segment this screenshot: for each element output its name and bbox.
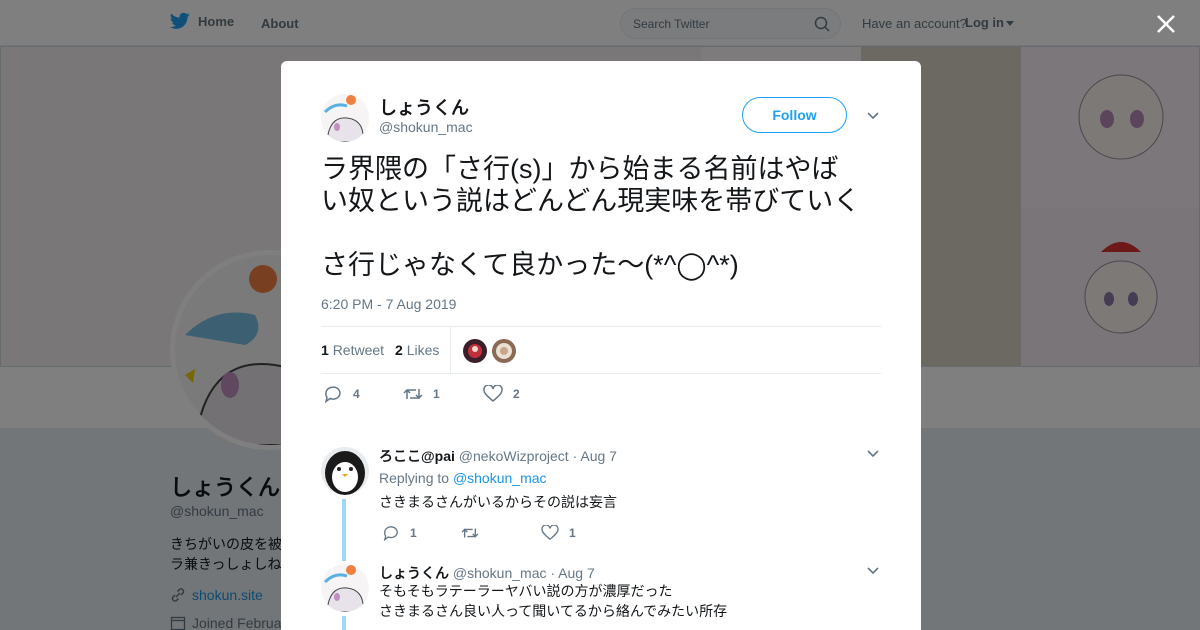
chevron-down-icon[interactable] — [867, 450, 879, 458]
like-stat-count: 2 — [395, 342, 403, 358]
heart-icon — [541, 525, 559, 541]
reply-date[interactable]: · Aug 7 — [550, 565, 594, 581]
like-stat[interactable]: 2 Likes — [395, 342, 439, 358]
retweet-icon — [403, 388, 423, 400]
replying-to: Replying to @shokun_mac — [379, 470, 547, 486]
reply-avatar[interactable] — [321, 564, 369, 612]
retweet-count: 1 — [433, 387, 440, 401]
liker-avatar-image — [463, 339, 487, 363]
like-count: 2 — [513, 387, 520, 401]
tweet-text-line: ラ界隈の「さ行(s)」から始まる名前はやば — [321, 154, 839, 184]
reply-author-name[interactable]: ろここ@pai — [379, 448, 455, 464]
chevron-down-icon[interactable] — [867, 112, 879, 120]
close-icon[interactable] — [1154, 12, 1178, 36]
reply-avatar[interactable] — [321, 447, 369, 495]
retweet-icon — [461, 528, 479, 538]
retweet-button[interactable]: 1 — [403, 385, 440, 403]
reply-header: ろここ@pai @nekoWizproject · Aug 7 — [379, 446, 617, 466]
follow-button[interactable]: Follow — [742, 97, 847, 133]
replying-to-prefix: Replying to — [379, 470, 450, 486]
reply-icon — [383, 526, 398, 541]
reply-text: さきまるさん良い人って聞いてるから絡んでみたい所存 — [379, 603, 728, 619]
author-name[interactable]: しょうくん — [379, 94, 469, 120]
reply-author-handle[interactable]: @shokun_mac — [453, 565, 547, 581]
retweet-stat[interactable]: 1 Retweet — [321, 342, 384, 358]
reply-author-name[interactable]: しょうくん — [379, 565, 449, 581]
like-button[interactable]: 2 — [483, 385, 520, 403]
retweet-stat-count: 1 — [321, 342, 329, 358]
liker-avatar-image — [492, 339, 516, 363]
chevron-down-icon[interactable] — [867, 567, 879, 575]
penguin-avatar-image — [321, 447, 369, 495]
replying-to-handle[interactable]: @shokun_mac — [453, 470, 547, 486]
liker-avatar[interactable] — [492, 339, 516, 363]
reply-text: さきまるさんがいるからその説は妄言 — [379, 494, 617, 510]
reply-button[interactable]: 4 — [323, 385, 360, 403]
liker-avatar[interactable] — [463, 339, 487, 363]
reply-author-handle[interactable]: @nekoWizproject — [459, 448, 569, 464]
reply-icon — [324, 386, 341, 403]
reply-header: しょうくん @shokun_mac · Aug 7 — [379, 563, 595, 583]
tweet-text-line: さ行じゃなくて良かった〜(*^◯^*) — [321, 250, 739, 280]
tweet-text-line: い奴という説はどんどん現実味を帯びていく — [321, 186, 861, 216]
tweet-text-spacer — [321, 217, 891, 249]
tweet-modal: しょうくん @shokun_mac Follow ラ界隈の「さ行(s)」から始ま… — [281, 61, 921, 630]
reply-date[interactable]: · Aug 7 — [573, 448, 617, 464]
author-avatar[interactable] — [321, 94, 369, 142]
retweet-button[interactable] — [461, 525, 489, 541]
avatar-illustration — [321, 94, 369, 142]
thread-line — [342, 499, 346, 561]
like-button[interactable]: 1 — [541, 525, 576, 541]
tweet-timestamp[interactable]: 6:20 PM - 7 Aug 2019 — [321, 296, 456, 312]
stats-divider — [450, 327, 451, 373]
reply-button[interactable]: 1 — [382, 525, 417, 541]
reply-count: 4 — [353, 387, 360, 401]
avatar-illustration — [321, 564, 369, 612]
thread-line — [342, 616, 346, 630]
heart-icon — [483, 385, 503, 402]
reply-count: 1 — [410, 526, 417, 540]
like-stat-label: Likes — [406, 342, 440, 358]
tweet-stats: 1 Retweet 2 Likes — [321, 326, 881, 374]
retweet-stat-label: Retweet — [332, 342, 385, 358]
reply-text: そもそもラテーラーヤバい説の方が濃厚だった — [379, 583, 673, 599]
like-count: 1 — [569, 526, 576, 540]
author-handle[interactable]: @shokun_mac — [379, 119, 473, 135]
tweet-text: ラ界隈の「さ行(s)」から始まる名前はやば い奴という説はどんどん現実味を帯びて… — [321, 153, 891, 281]
